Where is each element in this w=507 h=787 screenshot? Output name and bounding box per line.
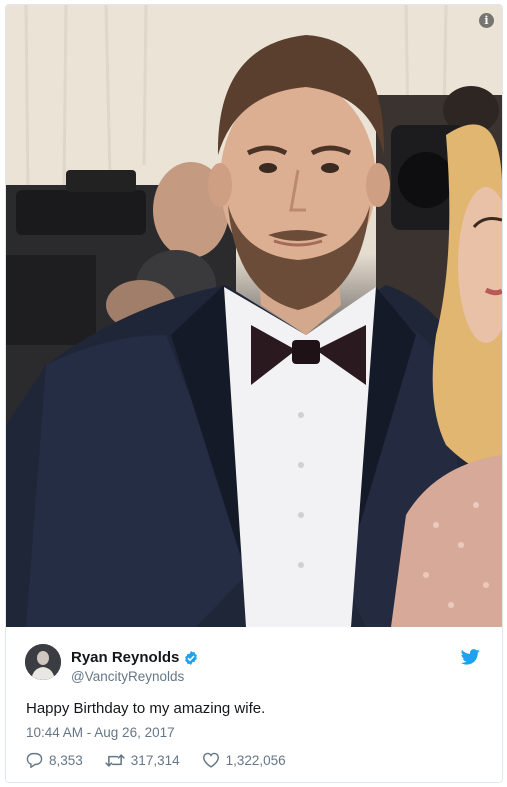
reply-action[interactable]: 8,353 xyxy=(26,752,83,768)
like-count: 1,322,056 xyxy=(225,752,286,768)
author-name-row: Ryan Reynolds xyxy=(71,649,199,666)
reply-bubble-icon xyxy=(26,752,43,768)
tweet-text: Happy Birthday to my amazing wife. xyxy=(26,700,266,717)
info-icon[interactable]: i xyxy=(479,13,494,28)
author-display-name[interactable]: Ryan Reynolds xyxy=(71,649,179,666)
twitter-bird-icon[interactable] xyxy=(461,649,480,665)
avatar-image xyxy=(25,644,61,680)
retweet-icon xyxy=(105,753,125,767)
tweet-body: Ryan Reynolds @VancityReynolds Happy Bir… xyxy=(6,627,502,782)
embedded-tweet-card: i Ryan Reynolds @VancityReynolds Happy B… xyxy=(5,4,503,783)
retweet-count: 317,314 xyxy=(130,752,180,768)
heart-icon xyxy=(202,752,219,768)
author-handle[interactable]: @VancityReynolds xyxy=(71,669,184,684)
avatar[interactable] xyxy=(25,644,61,680)
tweet-actions: 8,353 317,314 1,322,056 xyxy=(26,752,308,768)
retweet-action[interactable]: 317,314 xyxy=(105,753,180,768)
verified-badge-icon xyxy=(185,650,198,665)
like-action[interactable]: 1,322,056 xyxy=(202,752,286,768)
reply-count: 8,353 xyxy=(49,752,83,768)
tweet-photo[interactable]: i xyxy=(6,5,502,627)
photo-illustration xyxy=(6,5,502,627)
tweet-timestamp[interactable]: 10:44 AM - Aug 26, 2017 xyxy=(26,725,175,740)
